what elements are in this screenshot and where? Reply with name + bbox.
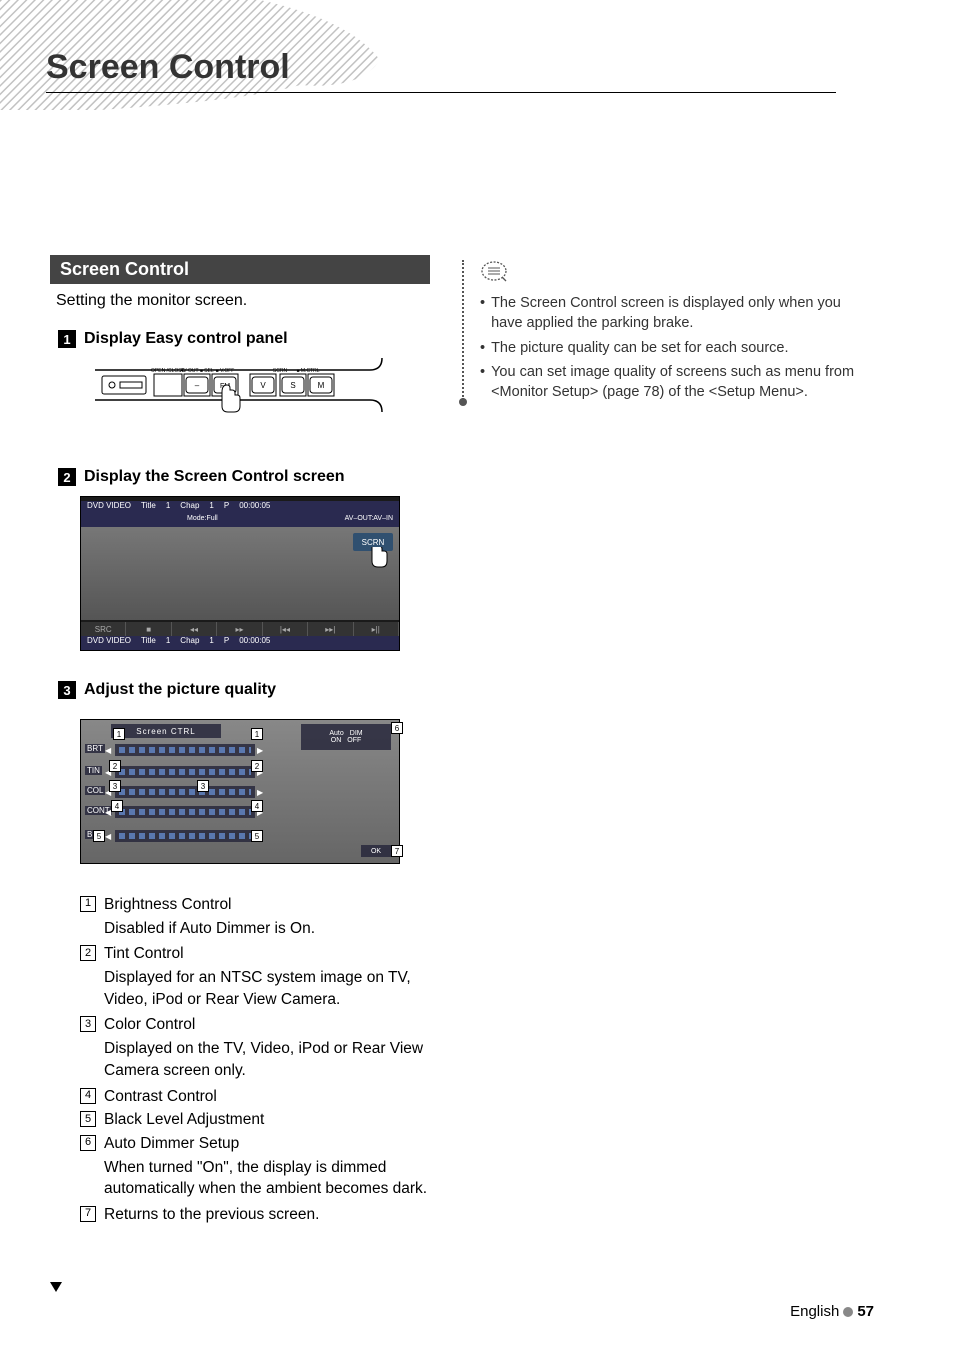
step-2-head: 2 Display the Screen Control screen — [58, 468, 430, 486]
pointer-hand-icon — [363, 547, 389, 573]
step-number: 2 — [58, 468, 76, 486]
note-icon — [480, 260, 508, 282]
black-level-slider[interactable]: BLK◀▶ — [85, 828, 265, 844]
svg-text:V: V — [260, 381, 266, 390]
osd-line-1: DVD VIDEO Title 1 Chap 1 P 00:00:05 — [81, 501, 399, 515]
callout-1a: 1 — [113, 728, 125, 740]
callout-6: 6 — [391, 722, 403, 734]
callout-5a: 5 — [93, 830, 105, 842]
osd-bottom-buttons[interactable]: SRC ■ ◂◂ ▸▸ |◂◂ ▸▸| ▸|| — [81, 622, 399, 636]
svg-text:■ M.CTRL: ■ M.CTRL — [296, 368, 319, 374]
callout-3a: 3 — [109, 780, 121, 792]
screen-ctrl-title: Screen CTRL — [111, 724, 221, 738]
title-rule — [46, 92, 836, 93]
flow-arrow-down — [50, 1282, 62, 1292]
ok-button[interactable]: OK — [361, 845, 391, 857]
step-number: 1 — [58, 330, 76, 348]
svg-text:M: M — [318, 381, 325, 390]
svg-text:S: S — [290, 381, 295, 390]
step-title: Display Easy control panel — [84, 330, 288, 348]
svg-text:■ V.OFF: ■ V.OFF — [216, 368, 235, 374]
callout-4a: 4 — [111, 800, 123, 812]
picture-quality-screenshot: Screen CTRL AutoDIM ONOFF OK BRT◀▶ TIN◀▶… — [80, 719, 400, 864]
step-1-head: 1 Display Easy control panel — [58, 330, 430, 348]
callout-2b: 2 — [251, 760, 263, 772]
step-title: Display the Screen Control screen — [84, 468, 345, 486]
auto-dim-box[interactable]: AutoDIM ONOFF — [301, 724, 391, 750]
screen-control-screenshot: DVD VIDEO Title 1 Chap 1 P 00:00:05 Mode… — [80, 496, 400, 651]
step-title: Adjust the picture quality — [84, 681, 276, 699]
callout-4b: 4 — [251, 800, 263, 812]
callout-1b: 1 — [251, 728, 263, 740]
section-header: Screen Control — [50, 255, 430, 284]
callout-3b: 3 — [197, 780, 209, 792]
svg-text:AV OUT ■ SEL: AV OUT ■ SEL — [180, 368, 214, 374]
callout-5b: 5 — [251, 830, 263, 842]
intro-line: Setting the monitor screen. — [56, 292, 430, 310]
note-connector-end — [459, 398, 467, 406]
note-bullets: The Screen Control screen is displayed o… — [480, 293, 860, 402]
easy-control-panel-drawing: OPEN /CLOSE AV OUT ■ SEL ■ V.OFF – FM SC… — [90, 358, 390, 438]
osd-line-3: DVD VIDEO Title 1 Chap 1 P 00:00:05 — [81, 636, 399, 650]
brightness-slider[interactable]: BRT◀▶ — [85, 742, 265, 758]
callout-7: 7 — [391, 845, 403, 857]
page-title: Screen Control — [46, 48, 290, 87]
svg-text:SCRN: SCRN — [273, 368, 288, 374]
page-footer: English57 — [790, 1303, 874, 1320]
legend: 1Brightness Control Disabled if Auto Dim… — [80, 894, 430, 1226]
step-number: 3 — [58, 681, 76, 699]
note-connector — [462, 260, 464, 400]
callout-2a: 2 — [109, 760, 121, 772]
svg-text:–: – — [195, 381, 200, 390]
video-area — [81, 527, 399, 620]
osd-line-2: Mode:Full AV–OUT:AV–IN — [81, 515, 399, 527]
step-3-head: 3 Adjust the picture quality — [58, 681, 430, 699]
